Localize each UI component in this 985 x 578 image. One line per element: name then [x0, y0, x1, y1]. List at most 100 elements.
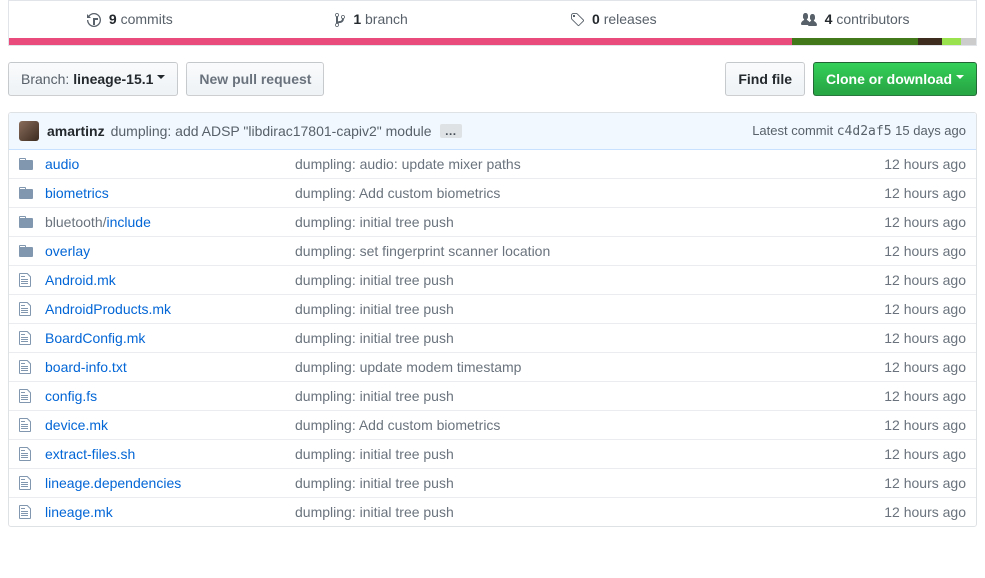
file-commit-message: dumpling: audio: update mixer paths: [295, 156, 884, 172]
file-link[interactable]: AndroidProducts.mk: [45, 301, 171, 317]
file-icon: [19, 504, 35, 520]
ellipsis-button[interactable]: …: [440, 124, 462, 138]
file-link[interactable]: extract-files.sh: [45, 446, 135, 462]
file-commit-link[interactable]: dumpling: Add custom biometrics: [295, 185, 500, 201]
find-file-button[interactable]: Find file: [725, 62, 805, 96]
file-commit-link[interactable]: dumpling: initial tree push: [295, 475, 454, 491]
file-commit-link[interactable]: dumpling: initial tree push: [295, 388, 454, 404]
clone-label: Clone or download: [826, 69, 952, 89]
file-time: 12 hours ago: [884, 301, 966, 317]
file-time: 12 hours ago: [884, 475, 966, 491]
commits-label: commits: [121, 11, 173, 27]
file-commit-message: dumpling: initial tree push: [295, 446, 884, 462]
file-icon: [19, 417, 35, 433]
file-commit-link[interactable]: dumpling: initial tree push: [295, 214, 454, 230]
history-icon: [87, 12, 101, 28]
file-commit-message: dumpling: initial tree push: [295, 301, 884, 317]
file-name: lineage.mk: [45, 504, 295, 520]
file-row: config.fsdumpling: initial tree push12 h…: [9, 381, 976, 410]
branches-label: branch: [365, 11, 408, 27]
file-commit-link[interactable]: dumpling: initial tree push: [295, 446, 454, 462]
folder-icon: [19, 214, 35, 230]
contributors-label: contributors: [836, 11, 909, 27]
file-name: device.mk: [45, 417, 295, 433]
file-time: 12 hours ago: [884, 214, 966, 230]
file-row: device.mk dumpling: Add custom biometrics…: [9, 410, 976, 439]
file-commit-message: dumpling: initial tree push: [295, 214, 884, 230]
file-time: 12 hours ago: [884, 156, 966, 172]
file-link[interactable]: include: [107, 214, 151, 230]
file-link[interactable]: config.fs: [45, 388, 97, 404]
file-icon: [19, 301, 35, 317]
branch-icon: [335, 12, 345, 28]
contributors-stat[interactable]: 4 contributors: [734, 1, 976, 38]
language-bar[interactable]: [8, 38, 977, 46]
file-commit-message: dumpling: update modem timestamp: [295, 359, 884, 375]
lang-segment: [961, 38, 976, 45]
commit-sha[interactable]: c4d2af5: [837, 124, 892, 139]
file-icon: [19, 330, 35, 346]
lang-segment: [918, 38, 942, 45]
file-icon: [19, 475, 35, 491]
file-commit-link[interactable]: dumpling: initial tree push: [295, 301, 454, 317]
file-commit-message: dumpling: Add custom biometrics: [295, 185, 884, 201]
commit-message[interactable]: dumpling: add ADSP "libdirac17801-capiv2…: [111, 123, 432, 139]
releases-stat[interactable]: 0 releases: [493, 1, 735, 38]
file-link[interactable]: overlay: [45, 243, 90, 259]
people-icon: [801, 12, 817, 28]
file-name: bluetooth/include: [45, 214, 295, 230]
file-toolbar: Branch: lineage-15.1 New pull request Fi…: [8, 46, 977, 112]
file-commit-message: dumpling: initial tree push: [295, 475, 884, 491]
file-name: audio: [45, 156, 295, 172]
branch-select-button[interactable]: Branch: lineage-15.1: [8, 62, 178, 96]
file-name: overlay: [45, 243, 295, 259]
folder-icon: [19, 156, 35, 172]
branch-prefix: Branch:: [21, 69, 69, 89]
branches-stat[interactable]: 1 branch: [251, 1, 493, 38]
folder-icon: [19, 185, 35, 201]
file-time: 12 hours ago: [884, 243, 966, 259]
file-name: extract-files.sh: [45, 446, 295, 462]
file-name: Android.mk: [45, 272, 295, 288]
file-link[interactable]: audio: [45, 156, 79, 172]
file-commit-link[interactable]: dumpling: update modem timestamp: [295, 359, 521, 375]
file-commit-link[interactable]: dumpling: Add custom biometrics: [295, 417, 500, 433]
file-commit-link[interactable]: dumpling: initial tree push: [295, 504, 454, 520]
file-icon: [19, 359, 35, 375]
file-name: board-info.txt: [45, 359, 295, 375]
chevron-down-icon: [956, 75, 964, 83]
file-link[interactable]: device.mk: [45, 417, 108, 433]
releases-label: releases: [604, 11, 657, 27]
new-pull-request-button[interactable]: New pull request: [186, 62, 324, 96]
file-commit-link[interactable]: dumpling: set fingerprint scanner locati…: [295, 243, 550, 259]
commits-stat[interactable]: 9 commits: [9, 1, 251, 38]
file-row: extract-files.sh dumpling: initial tree p…: [9, 439, 976, 468]
latest-commit-bar: amartinz dumpling: add ADSP "libdirac178…: [9, 113, 976, 150]
clone-download-button[interactable]: Clone or download: [813, 62, 977, 96]
file-link[interactable]: BoardConfig.mk: [45, 330, 145, 346]
file-link[interactable]: board-info.txt: [45, 359, 127, 375]
file-row: lineage.mkdumpling: initial tree push12 …: [9, 497, 976, 526]
file-commit-message: dumpling: initial tree push: [295, 388, 884, 404]
file-link[interactable]: lineage.dependencies: [45, 475, 181, 491]
commit-author[interactable]: amartinz: [47, 123, 105, 139]
avatar[interactable]: [19, 121, 39, 141]
file-commit-link[interactable]: dumpling: initial tree push: [295, 272, 454, 288]
file-time: 12 hours ago: [884, 272, 966, 288]
folder-icon: [19, 243, 35, 259]
file-name: biometrics: [45, 185, 295, 201]
file-time: 12 hours ago: [884, 330, 966, 346]
file-link[interactable]: lineage.mk: [45, 504, 113, 520]
file-icon: [19, 272, 35, 288]
file-link[interactable]: biometrics: [45, 185, 109, 201]
file-listing: amartinz dumpling: add ADSP "libdirac178…: [8, 112, 977, 527]
lang-segment: [942, 38, 961, 45]
file-time: 12 hours ago: [884, 359, 966, 375]
file-name: BoardConfig.mk: [45, 330, 295, 346]
file-commit-message: dumpling: initial tree push: [295, 504, 884, 520]
file-link[interactable]: Android.mk: [45, 272, 116, 288]
file-commit-link[interactable]: dumpling: initial tree push: [295, 330, 454, 346]
contributors-count: 4: [825, 11, 833, 27]
file-commit-link[interactable]: dumpling: audio: update mixer paths: [295, 156, 521, 172]
branch-name: lineage-15.1: [73, 69, 153, 89]
